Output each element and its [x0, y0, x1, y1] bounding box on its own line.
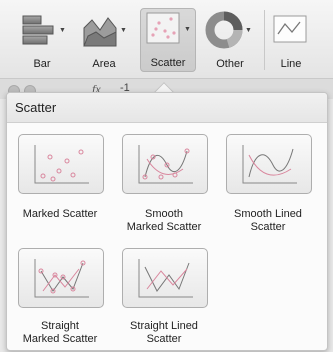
- smooth-marked-scatter-option[interactable]: [122, 134, 208, 194]
- dropdown-caret-icon: ▼: [245, 27, 252, 34]
- area-chart-button[interactable]: ▼ Area: [78, 10, 130, 72]
- straight-lined-scatter-icon: [138, 259, 193, 298]
- line-chart-button[interactable]: Line: [270, 10, 312, 72]
- scatter-chart-label: Scatter: [150, 57, 186, 69]
- other-chart-label: Other: [216, 58, 244, 70]
- dropdown-caret-icon: ▼: [120, 27, 127, 34]
- smooth-lined-scatter-label: Smooth Lined Scatter: [234, 208, 302, 233]
- marked-scatter-label: Marked Scatter: [22, 208, 98, 220]
- dropdown-caret-icon: ▼: [184, 26, 191, 33]
- other-chart-button[interactable]: ▼ Other: [204, 10, 256, 72]
- ribbon-divider: [264, 10, 265, 70]
- area-chart-label: Area: [92, 58, 116, 70]
- straight-marked-scatter-option[interactable]: [18, 248, 104, 308]
- marked-scatter-option[interactable]: [18, 134, 104, 194]
- straight-marked-scatter-icon: [34, 259, 89, 298]
- smooth-lined-scatter-icon: [242, 145, 297, 184]
- line-chart-icon: [273, 15, 307, 43]
- straight-marked-scatter-label: Straight Marked Scatter: [22, 320, 98, 345]
- dropdown-caret-icon: ▼: [59, 27, 66, 34]
- smooth-marked-scatter-label: Smooth Marked Scatter: [126, 208, 202, 233]
- scatter-chart-button[interactable]: ▼ Scatter: [140, 8, 196, 72]
- smooth-marked-scatter-icon: [138, 145, 193, 184]
- popover-title: Scatter: [15, 100, 57, 115]
- popover-header: Scatter: [7, 93, 327, 123]
- straight-lined-scatter-label: Straight Lined Scatter: [130, 320, 198, 345]
- scatter-gallery-popover: Scatter Marked Scatter Smooth Marked Sca…: [6, 92, 328, 351]
- bar-chart-label: Bar: [33, 58, 51, 70]
- smooth-lined-scatter-option[interactable]: [226, 134, 312, 194]
- line-chart-label: Line: [280, 58, 302, 70]
- marked-scatter-icon: [34, 145, 89, 184]
- chart-ribbon: ▼ Bar ▼ Area ▼ Scatter ▼ Other Line: [0, 0, 333, 78]
- bar-chart-button[interactable]: ▼ Bar: [14, 10, 70, 72]
- straight-lined-scatter-option[interactable]: [122, 248, 208, 308]
